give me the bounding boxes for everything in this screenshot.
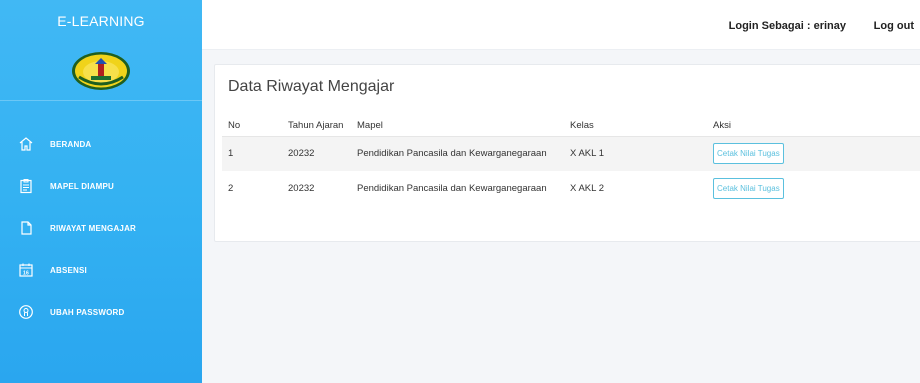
sidebar-item-label: UBAH PASSWORD bbox=[50, 307, 125, 317]
sidebar-divider bbox=[0, 100, 202, 101]
home-icon bbox=[18, 136, 34, 152]
column-header-kelas: Kelas bbox=[564, 116, 707, 137]
sidebar-item-label: ABSENSI bbox=[50, 265, 87, 275]
sidebar-item-label: RIWAYAT MENGAJAR bbox=[50, 223, 137, 233]
sidebar-item-mapel-diampu[interactable]: MAPEL DIAMPU bbox=[0, 165, 202, 207]
sidebar: E-LEARNING BERANDA MAPEL DIAMPU RIWAYAT … bbox=[0, 0, 202, 383]
cell-no: 1 bbox=[222, 136, 282, 171]
sidebar-item-beranda[interactable]: BERANDA bbox=[0, 123, 202, 165]
cell-tahun-ajaran: 20232 bbox=[282, 136, 351, 171]
login-status-label: Login Sebagai : erinay bbox=[728, 20, 846, 32]
cell-kelas: X AKL 1 bbox=[564, 136, 707, 171]
history-table: No Tahun Ajaran Mapel Kelas Aksi 1 20232… bbox=[222, 116, 920, 206]
cell-mapel: Pendidikan Pancasila dan Kewarganegaraan bbox=[351, 136, 564, 171]
brand-title[interactable]: E-LEARNING bbox=[0, 0, 202, 42]
document-icon bbox=[18, 220, 34, 236]
cell-aksi: Cetak Nilai Tugas bbox=[707, 171, 920, 206]
history-card: Data Riwayat Mengajar No Tahun Ajaran Ma… bbox=[214, 64, 920, 242]
cetak-nilai-tugas-button[interactable]: Cetak Nilai Tugas bbox=[713, 143, 784, 165]
table-row: 1 20232 Pendidikan Pancasila dan Kewarga… bbox=[222, 136, 920, 171]
top-navbar: Login Sebagai : erinay Log out bbox=[202, 0, 920, 50]
table-header-row: No Tahun Ajaran Mapel Kelas Aksi bbox=[222, 116, 920, 137]
column-header-aksi: Aksi bbox=[707, 116, 920, 137]
svg-text:16: 16 bbox=[23, 271, 29, 277]
column-header-no: No bbox=[222, 116, 282, 137]
cell-mapel: Pendidikan Pancasila dan Kewarganegaraan bbox=[357, 183, 547, 194]
cell-aksi: Cetak Nilai Tugas bbox=[707, 136, 920, 171]
sidebar-item-absensi[interactable]: 16 ABSENSI bbox=[0, 249, 202, 291]
clipboard-icon bbox=[18, 178, 34, 194]
column-header-tahun-ajaran: Tahun Ajaran bbox=[282, 116, 351, 137]
cell-no: 2 bbox=[228, 183, 234, 194]
page-title: Data Riwayat Mengajar bbox=[228, 78, 395, 95]
cell-kelas: X AKL 2 bbox=[570, 183, 604, 194]
user-circle-icon bbox=[18, 304, 34, 320]
school-emblem-logo bbox=[72, 52, 130, 90]
sidebar-item-riwayat-mengajar[interactable]: RIWAYAT MENGAJAR bbox=[0, 207, 202, 249]
sidebar-item-label: MAPEL DIAMPU bbox=[50, 181, 115, 191]
sidebar-nav: BERANDA MAPEL DIAMPU RIWAYAT MENGAJAR 16… bbox=[0, 123, 202, 333]
sidebar-item-label: BERANDA bbox=[50, 139, 92, 149]
calendar-icon: 16 bbox=[18, 262, 34, 278]
sidebar-item-ubah-password[interactable]: UBAH PASSWORD bbox=[0, 291, 202, 333]
logo-container bbox=[0, 42, 202, 100]
logout-link[interactable]: Log out bbox=[874, 20, 914, 32]
cell-tahun-ajaran: 20232 bbox=[288, 183, 315, 194]
cetak-nilai-tugas-button[interactable]: Cetak Nilai Tugas bbox=[713, 178, 784, 199]
table-row: 2 20232 Pendidikan Pancasila dan Kewarga… bbox=[222, 171, 920, 206]
column-header-mapel: Mapel bbox=[351, 116, 564, 137]
